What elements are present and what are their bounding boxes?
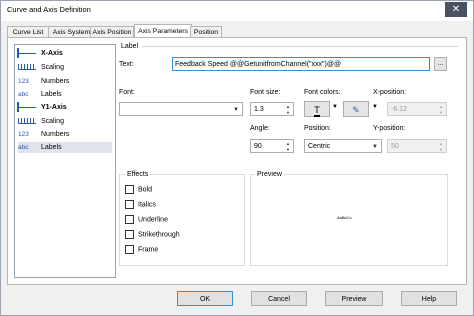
window-title: Curve and Axis Definition (7, 5, 91, 14)
angle-label: Angle: (250, 125, 270, 132)
y-position-value: 50 (391, 143, 399, 150)
preview-button[interactable]: Preview (325, 291, 383, 306)
y-position-input: 50 ▲ ▼ (387, 139, 447, 153)
pen-icon: ✎ (352, 105, 360, 115)
tree-item-x-axis[interactable]: X-Axis (18, 48, 112, 59)
text-browse-button[interactable]: ... (434, 57, 447, 71)
tree-item-x-scaling[interactable]: Scaling (18, 62, 112, 73)
checkbox-icon (125, 245, 134, 254)
strikethrough-checkbox[interactable]: Strikethrough (125, 230, 180, 240)
scaling-icon (18, 116, 38, 127)
font-size-value: 1.3 (254, 106, 264, 113)
chevron-down-icon: ▼ (233, 107, 239, 113)
font-select[interactable]: ▼ (119, 102, 243, 116)
tree-item-y1-numbers[interactable]: 123 Numbers (18, 129, 112, 140)
x-position-label: X-position: (373, 89, 407, 96)
highlight-color-button[interactable]: ✎ (343, 101, 369, 117)
group-divider (142, 46, 458, 47)
labels-icon: abc (18, 91, 29, 98)
italics-checkbox[interactable]: Italics (125, 200, 156, 210)
preview-group (250, 174, 448, 266)
tree-item-y1-labels[interactable]: abc Labels (18, 142, 112, 153)
spinner-icon: ▲ ▼ (286, 104, 290, 115)
italics-checkbox-label: Italics (138, 201, 156, 209)
tree-item-y1-axis[interactable]: Y1-Axis (18, 102, 112, 113)
label-text-input[interactable]: Feedback Speed @@GetunitfromChannel("xxx… (172, 57, 430, 71)
x-position-input: -6.12 ▲ ▼ (387, 102, 447, 116)
underline-checkbox-label: Underline (138, 216, 168, 224)
help-button[interactable]: Help (401, 291, 457, 306)
font-label: Font: (119, 89, 135, 96)
preview-sample: AaBbCc (337, 215, 352, 220)
chevron-down-icon: ▼ (372, 144, 378, 150)
labels-icon: abc (18, 144, 29, 151)
numbers-icon: 123 (18, 131, 29, 138)
label-group-title: Label (121, 43, 139, 50)
chevron-down-icon[interactable]: ▼ (332, 104, 338, 110)
tree-item-x-numbers[interactable]: 123 Numbers (18, 76, 112, 87)
checkbox-icon (125, 185, 134, 194)
x-position-value: -6.12 (391, 106, 407, 113)
title-bar: Curve and Axis Definition ✕ (1, 1, 473, 21)
checkbox-icon (125, 200, 134, 209)
frame-checkbox[interactable]: Frame (125, 245, 158, 255)
checkbox-icon (125, 215, 134, 224)
numbers-icon: 123 (18, 78, 29, 85)
tree-item-y1-scaling[interactable]: Scaling (18, 116, 112, 127)
position-select[interactable]: Centric ▼ (304, 139, 382, 153)
underline-checkbox[interactable]: Underline (125, 215, 168, 225)
spinner-icon: ▲ ▼ (439, 104, 443, 115)
font-size-input[interactable]: 1.3 ▲ ▼ (250, 102, 294, 116)
axis-tree[interactable]: X-Axis Scaling 123 Numbers abc Labels Y1-A… (14, 44, 116, 278)
font-colors-label: Font colors: (304, 89, 341, 96)
frame-checkbox-label: Frame (138, 246, 159, 254)
position-select-value: Centric (308, 143, 331, 150)
tab-axis-parameters[interactable]: Axis Parameters (134, 24, 192, 38)
ok-button[interactable]: OK (177, 291, 233, 306)
text-label: Text: (119, 61, 134, 68)
bold-checkbox[interactable]: Bold (125, 185, 152, 195)
text-color-button[interactable]: T (304, 101, 330, 117)
text-color-icon: T (314, 105, 320, 117)
spinner-icon: ▲ ▼ (286, 141, 290, 152)
spinner-icon: ▲ ▼ (439, 141, 443, 152)
angle-value: 90 (254, 143, 262, 150)
tree-item-x-labels[interactable]: abc Labels (18, 89, 112, 100)
font-size-label: Font size: (250, 89, 281, 96)
y-position-label: Y-position: (373, 125, 406, 132)
dialog-window: Curve and Axis Definition ✕ Curve List A… (0, 0, 474, 316)
effects-title: Effects (125, 171, 151, 178)
strikethrough-checkbox-label: Strikethrough (138, 231, 180, 239)
close-button[interactable]: ✕ (445, 2, 467, 17)
preview-title: Preview (255, 171, 284, 178)
cancel-button[interactable]: Cancel (251, 291, 307, 306)
position-label: Position: (304, 125, 331, 132)
axis-line-icon (18, 102, 38, 113)
checkbox-icon (125, 230, 134, 239)
angle-input[interactable]: 90 ▲ ▼ (250, 139, 294, 153)
bold-checkbox-label: Bold (138, 186, 153, 194)
chevron-down-icon[interactable]: ▼ (372, 104, 378, 110)
axis-line-icon (18, 48, 38, 59)
scaling-icon (18, 62, 38, 73)
